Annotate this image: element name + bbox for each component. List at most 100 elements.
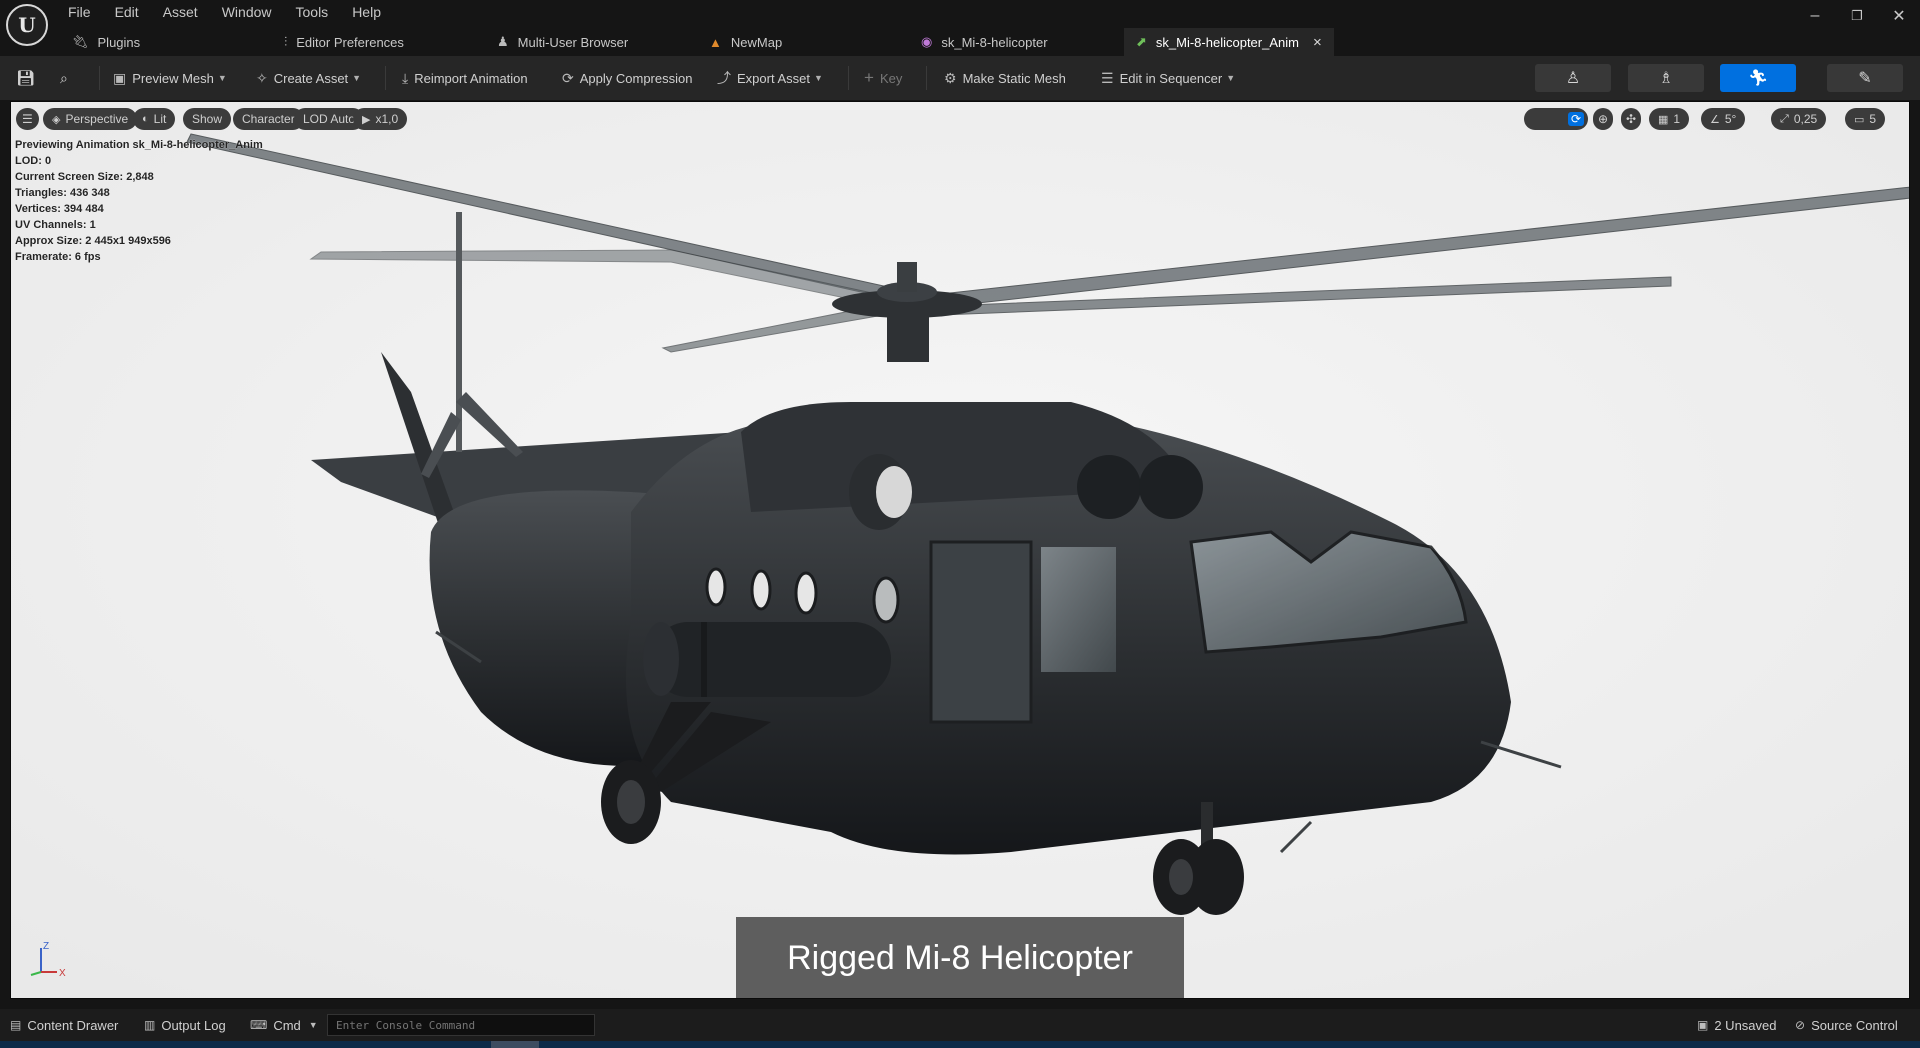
animation-mode-button[interactable]: 🏃︎: [1720, 64, 1796, 92]
plus-icon: +: [864, 68, 874, 87]
viewport-options-button[interactable]: ☰: [16, 108, 39, 130]
asset-toolbar: 💾︎ ⌕ ▣ Preview Mesh ▼ ✧ Create Asset ▼ ⤓…: [0, 56, 1920, 100]
show-label: Show: [192, 112, 223, 126]
console-command-input[interactable]: [327, 1014, 595, 1036]
stat-triangles: Triangles: 436 348: [15, 187, 110, 199]
tab-label: sk_Mi-8-helicopter_Anim: [1155, 34, 1299, 50]
status-bar: ▤ Content Drawer ▥ Output Log ⌨ Cmd ▼ ▣ …: [0, 1009, 1920, 1041]
save-button[interactable]: 💾︎: [16, 56, 35, 100]
reimport-animation-button[interactable]: ⤓ Reimport Animation: [402, 56, 528, 100]
skeleton-mode-button[interactable]: ♙: [1535, 64, 1611, 92]
stat-uv-channels: UV Channels: 1: [15, 219, 96, 231]
rotate-icon[interactable]: ⟳: [1567, 112, 1584, 126]
export-asset-label: Export Asset: [737, 70, 810, 86]
document-tab-bar: 🔌︎ Plugins ⫶ Editor Preferences ♟ Multi-…: [0, 28, 1920, 56]
menu-file[interactable]: File: [56, 0, 103, 24]
lit-button[interactable]: ◐ Lit: [133, 108, 176, 130]
unreal-logo-icon[interactable]: U: [6, 4, 48, 46]
create-asset-label: Create Asset: [273, 70, 349, 86]
character-label: Character: [242, 112, 295, 126]
content-drawer-button[interactable]: ▤ Content Drawer: [10, 1009, 118, 1041]
stat-lod: LOD: 0: [15, 155, 52, 167]
make-static-mesh-button[interactable]: ⚙ Make Static Mesh: [944, 56, 1066, 100]
cube-icon: ◈: [52, 113, 61, 126]
physics-mode-button[interactable]: ✎: [1827, 64, 1903, 92]
axis-gizmo: Z X: [30, 941, 66, 979]
menu-asset[interactable]: Asset: [151, 0, 210, 24]
animation-icon: ⬈: [1136, 34, 1147, 49]
output-log-button[interactable]: ▥ Output Log: [144, 1009, 226, 1041]
globe-icon: ⊕: [1598, 112, 1609, 126]
hamburger-icon: ☰: [22, 112, 33, 126]
export-asset-button[interactable]: ⤴ Export Asset ▼: [717, 56, 823, 100]
physics-mode-icon: ✎: [1858, 70, 1872, 87]
viewport-stats: Previewing Animation sk_Mi-8-helicopter_…: [15, 137, 263, 265]
apply-compression-button[interactable]: ⟳ Apply Compression: [562, 56, 692, 100]
scale-snap-button[interactable]: ⤢ 0,25: [1771, 108, 1827, 130]
perspective-label: Perspective: [65, 112, 129, 126]
tab-editor-preferences[interactable]: ⫶ Editor Preferences: [284, 28, 404, 56]
mesh-mode-button[interactable]: ♗: [1628, 64, 1704, 92]
menu-window[interactable]: Window: [210, 0, 284, 24]
rotation-snap-button[interactable]: ∠ 5°: [1701, 108, 1746, 130]
source-control-button[interactable]: ⊘ Source Control: [1795, 1009, 1898, 1041]
key-button[interactable]: + Key: [864, 56, 902, 100]
rotation-snap-value: 5°: [1724, 112, 1737, 126]
tab-label: Editor Preferences: [296, 34, 404, 50]
toolbar-divider: [99, 66, 100, 90]
menu-help[interactable]: Help: [340, 0, 393, 24]
create-asset-icon: ✧: [256, 69, 268, 86]
play-icon: ▶: [362, 113, 371, 126]
tab-label: sk_Mi-8-helicopter: [941, 34, 1048, 50]
terminal-icon: ⌨: [250, 1018, 268, 1032]
taskbar-item[interactable]: [491, 1041, 539, 1048]
show-button[interactable]: Show: [183, 108, 232, 130]
cmd-dropdown[interactable]: ⌨ Cmd ▼: [250, 1009, 324, 1041]
grid-icon: ▦: [1658, 113, 1669, 126]
playback-speed-button[interactable]: ▶ x1,0: [353, 108, 408, 130]
helicopter-scene: [11, 102, 1909, 998]
close-tab-icon[interactable]: ×: [1313, 34, 1322, 51]
camera-speed-button[interactable]: ▭ 5: [1845, 108, 1886, 130]
surface-snap-button[interactable]: ✣: [1621, 108, 1642, 130]
video-caption: Rigged Mi-8 Helicopter: [736, 917, 1184, 998]
tab-sk-mi8-helicopter-anim[interactable]: ⬈ sk_Mi-8-helicopter_Anim ×: [1124, 28, 1334, 56]
menu-edit[interactable]: Edit: [103, 0, 151, 24]
perspective-button[interactable]: ◈ Perspective: [43, 108, 138, 130]
make-static-mesh-label: Make Static Mesh: [962, 70, 1066, 86]
lit-sphere-icon: ◐: [142, 113, 149, 125]
tab-plugins[interactable]: 🔌︎ Plugins: [72, 28, 140, 56]
chevron-down-icon: ▼: [217, 73, 227, 83]
transform-mode-group[interactable]: ⟳: [1524, 108, 1588, 130]
world-local-button[interactable]: ⊕: [1593, 108, 1614, 130]
browse-icon: ⌕: [60, 69, 68, 86]
menu-tools[interactable]: Tools: [284, 0, 341, 24]
stat-framerate: Framerate: 6 fps: [15, 251, 101, 263]
stat-previewing: Previewing Animation sk_Mi-8-helicopter_…: [15, 139, 263, 151]
chevron-down-icon: ▼: [813, 73, 823, 83]
toolbar-divider: [385, 66, 386, 90]
preview-mesh-label: Preview Mesh: [132, 70, 214, 86]
unsaved-label: 2 Unsaved: [1714, 1017, 1777, 1033]
chevron-down-icon: ▼: [352, 73, 362, 83]
grid-snap-button[interactable]: ▦ 1: [1649, 108, 1690, 130]
browse-button[interactable]: ⌕: [60, 56, 68, 100]
create-asset-button[interactable]: ✧ Create Asset ▼: [256, 56, 361, 100]
users-icon: ♟: [497, 34, 509, 49]
edit-in-sequencer-label: Edit in Sequencer: [1119, 70, 1223, 86]
scale-snap-value: 0,25: [1793, 112, 1818, 126]
tab-newmap[interactable]: ▲ NewMap: [709, 28, 782, 56]
unsaved-icon: ▣: [1697, 1018, 1709, 1032]
edit-in-sequencer-button[interactable]: ☰ Edit in Sequencer ▼: [1101, 56, 1235, 100]
unsaved-button[interactable]: ▣ 2 Unsaved: [1697, 1009, 1777, 1041]
tab-multi-user-browser[interactable]: ♟ Multi-User Browser: [497, 28, 628, 56]
toolbar-divider: [848, 66, 849, 90]
stat-approx-size: Approx Size: 2 445x1 949x596: [15, 235, 171, 247]
source-control-label: Source Control: [1811, 1017, 1898, 1033]
tab-sk-mi8-helicopter[interactable]: ◉ sk_Mi-8-helicopter: [921, 28, 1048, 56]
static-mesh-icon: ⚙: [944, 69, 957, 86]
preview-mesh-button[interactable]: ▣ Preview Mesh ▼: [113, 56, 227, 100]
os-taskbar: [0, 1041, 1920, 1048]
grid-snap-value: 1: [1673, 112, 1681, 126]
animation-viewport[interactable]: ☰ ◈ Perspective ◐ Lit Show Character LOD…: [10, 101, 1910, 999]
